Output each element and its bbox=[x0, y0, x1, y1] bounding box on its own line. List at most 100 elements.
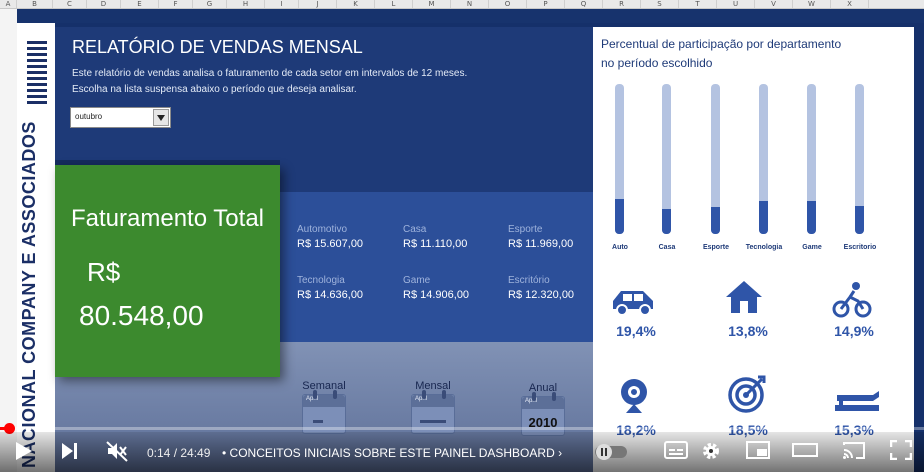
cyclist-icon bbox=[832, 281, 882, 319]
participation-title: Percentual de participação por departame… bbox=[601, 35, 841, 73]
sector-name: Automotivo bbox=[297, 224, 348, 235]
sector-name: Tecnologia bbox=[297, 275, 345, 286]
stapler-icon bbox=[833, 385, 883, 423]
sector-tecnologia: Tecnologia R$ 14.636,00 bbox=[297, 275, 397, 301]
house-icon bbox=[724, 279, 774, 317]
miniplayer-icon[interactable] bbox=[746, 440, 770, 465]
chapter-title[interactable]: • CONCEITOS INICIAIS SOBRE ESTE PAINEL D… bbox=[222, 446, 562, 460]
period-dropdown[interactable]: outubro bbox=[70, 107, 171, 128]
chapter-title-text: CONCEITOS INICIAIS SOBRE ESTE PAINEL DAS… bbox=[229, 446, 555, 460]
cast-icon[interactable] bbox=[842, 440, 866, 465]
column-header: W bbox=[793, 0, 831, 8]
brand-strip: NACIONAL COMPANY E ASSOCIADOS bbox=[17, 23, 55, 472]
column-header: F bbox=[159, 0, 193, 8]
sector-value: R$ 11.110,00 bbox=[403, 238, 468, 250]
total-revenue-label: Faturamento Total bbox=[71, 205, 264, 232]
participation-bar bbox=[662, 84, 671, 234]
column-header: L bbox=[375, 0, 413, 8]
participation-title-line2: no período escolhido bbox=[601, 56, 713, 70]
column-header: P bbox=[527, 0, 565, 8]
brand-name: NACIONAL COMPANY E ASSOCIADOS bbox=[19, 121, 39, 468]
participation-bar-fill bbox=[855, 206, 864, 234]
column-header: R bbox=[603, 0, 641, 8]
column-header: A bbox=[0, 0, 17, 8]
sheet-top-band bbox=[17, 9, 924, 23]
participation-bar bbox=[855, 84, 864, 234]
column-header: N bbox=[451, 0, 489, 8]
column-header: T bbox=[679, 0, 717, 8]
period-mensal-button[interactable]: Mensal April bbox=[411, 380, 455, 434]
total-revenue-value: 80.548,00 bbox=[79, 300, 204, 331]
autoplay-toggle[interactable] bbox=[594, 442, 628, 467]
column-header: O bbox=[489, 0, 527, 8]
total-revenue-currency: R$ bbox=[87, 257, 121, 287]
column-header: J bbox=[299, 0, 337, 8]
participation-bar-fill bbox=[662, 209, 671, 234]
sector-value: R$ 14.636,00 bbox=[297, 289, 364, 301]
column-header: M bbox=[413, 0, 451, 8]
webcam-icon bbox=[617, 377, 667, 415]
department-percent: 19,4% bbox=[616, 323, 656, 339]
video-time: 0:14 / 24:49 bbox=[147, 446, 211, 460]
sector-automotivo: Automotivo R$ 15.607,00 bbox=[297, 224, 397, 250]
brand-logo-icon bbox=[27, 41, 47, 107]
participation-bar bbox=[807, 84, 816, 234]
page-title: RELATÓRIO DE VENDAS MENSAL bbox=[72, 37, 363, 57]
calendar-icon: April 2010 bbox=[521, 392, 565, 436]
participation-bar-fill bbox=[807, 201, 816, 234]
sector-value: R$ 14.906,00 bbox=[403, 289, 470, 301]
sector-casa: Casa R$ 11.110,00 bbox=[403, 224, 503, 250]
period-label: Anual bbox=[528, 382, 558, 394]
theater-mode-icon[interactable] bbox=[792, 440, 818, 465]
sector-value: R$ 15.607,00 bbox=[297, 238, 364, 250]
play-icon[interactable] bbox=[14, 440, 34, 467]
video-controls: 0:14 / 24:49 • CONCEITOS INICIAIS SOBRE … bbox=[0, 432, 924, 472]
report-description-line2: Escolha na lista suspensa abaixo o perío… bbox=[72, 84, 357, 95]
sector-name: Game bbox=[403, 275, 431, 286]
column-header: E bbox=[121, 0, 159, 8]
department-percent: 14,9% bbox=[834, 323, 874, 339]
participation-bar-fill bbox=[759, 201, 768, 234]
participation-bar bbox=[615, 84, 624, 234]
period-semanal-button[interactable]: Semanal April bbox=[302, 380, 346, 434]
participation-bar bbox=[759, 84, 768, 234]
column-header: H bbox=[227, 0, 265, 8]
subtitles-icon[interactable] bbox=[664, 440, 688, 465]
column-header: G bbox=[193, 0, 227, 8]
chevron-down-icon[interactable] bbox=[153, 109, 169, 126]
spreadsheet-column-headers: ABCDEFGHIJKLMNOPQRSTUVWX bbox=[0, 0, 924, 9]
participation-bar-fill bbox=[615, 199, 624, 234]
sheet-row-gutter bbox=[0, 9, 17, 472]
column-header: U bbox=[717, 0, 755, 8]
next-icon[interactable] bbox=[60, 440, 80, 467]
period-label: Semanal bbox=[302, 380, 346, 392]
video-progress-bar[interactable] bbox=[0, 423, 924, 434]
department-percent: 13,8% bbox=[728, 323, 768, 339]
report-description-line1: Este relatório de vendas analisa o fatur… bbox=[72, 68, 468, 79]
column-header: B bbox=[17, 0, 53, 8]
column-header: K bbox=[337, 0, 375, 8]
sector-game: Game R$ 14.906,00 bbox=[403, 275, 503, 301]
car-icon bbox=[609, 285, 659, 323]
participation-panel: Percentual de participação por departame… bbox=[593, 27, 914, 472]
column-header: I bbox=[265, 0, 299, 8]
column-header: S bbox=[641, 0, 679, 8]
settings-gear-icon[interactable] bbox=[700, 440, 722, 467]
target-icon bbox=[728, 375, 778, 413]
participation-bar-fill bbox=[711, 207, 720, 234]
sector-values-panel bbox=[280, 192, 593, 342]
mute-icon[interactable] bbox=[106, 440, 128, 467]
video-frame: ABCDEFGHIJKLMNOPQRSTUVWX NACIONAL COMPAN… bbox=[0, 0, 924, 472]
fullscreen-icon[interactable] bbox=[889, 439, 913, 465]
column-header: C bbox=[53, 0, 87, 8]
column-header: Q bbox=[565, 0, 603, 8]
total-revenue-card: Faturamento Total R$ 80.548,00 bbox=[55, 165, 280, 377]
period-label: Mensal bbox=[415, 380, 451, 392]
participation-title-line1: Percentual de participação por departame… bbox=[601, 37, 842, 51]
participation-bar-label: Escritorio bbox=[843, 244, 877, 251]
sector-name: Casa bbox=[403, 224, 427, 235]
column-header: D bbox=[87, 0, 121, 8]
column-header: X bbox=[831, 0, 869, 8]
column-header: V bbox=[755, 0, 793, 8]
period-dropdown-value: outubro bbox=[75, 112, 103, 121]
